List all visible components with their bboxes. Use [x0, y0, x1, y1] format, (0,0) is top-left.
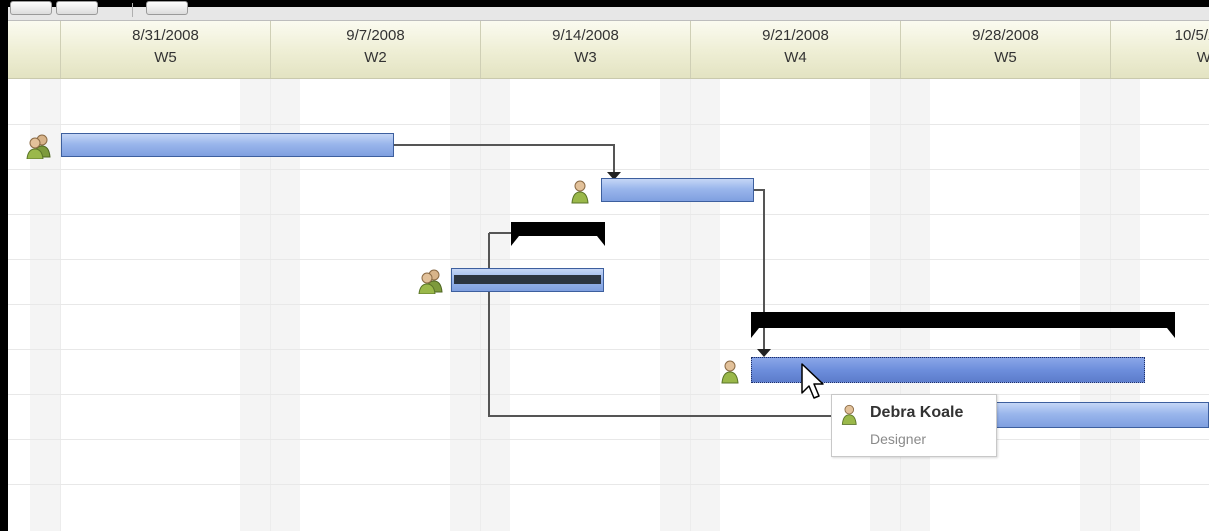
task-bar[interactable] [61, 133, 394, 157]
critical-task-bar[interactable] [451, 268, 604, 292]
link-arrow [757, 349, 771, 357]
group-user-icon[interactable] [416, 268, 446, 294]
single-user-icon[interactable] [718, 358, 748, 384]
gantt-chart: 8/31/2008 W5 9/7/2008 W2 9/14/2008 W3 9/… [0, 0, 1209, 531]
summary-bar[interactable] [751, 312, 1175, 338]
group-user-icon[interactable] [24, 133, 54, 159]
tooltip-resource-name: Debra Koale [870, 404, 964, 421]
single-user-icon[interactable] [568, 178, 598, 204]
summary-bar[interactable] [511, 222, 605, 246]
task-bar[interactable] [996, 402, 1209, 428]
single-user-icon [841, 404, 857, 425]
task-bar[interactable] [601, 178, 754, 202]
dependency-link [394, 144, 615, 172]
critical-path-indicator [454, 275, 601, 284]
resource-tooltip: Debra Koale Designer [831, 394, 997, 457]
dependency-links [394, 144, 1000, 417]
tooltip-resource-role: Designer [870, 431, 927, 447]
mouse-pointer-icon [801, 363, 824, 399]
